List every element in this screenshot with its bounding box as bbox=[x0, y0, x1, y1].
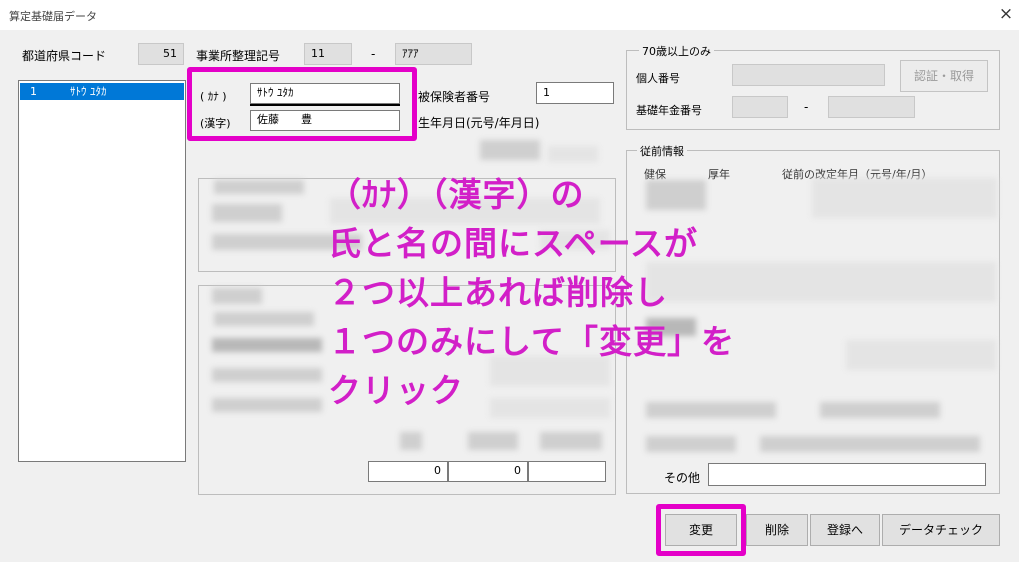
total-input-3[interactable] bbox=[528, 461, 606, 482]
blurred-field bbox=[212, 368, 322, 382]
blurred-field bbox=[212, 288, 262, 304]
instruction-line: １つのみにして「変更」を bbox=[328, 322, 736, 361]
instruction-line: ２つ以上あれば削除し bbox=[328, 273, 668, 312]
register-button[interactable]: 登録へ bbox=[810, 514, 880, 546]
name-fields-highlight bbox=[187, 67, 417, 141]
blurred-birth-date bbox=[480, 140, 540, 160]
list-item-name: ｻﾄｳ ﾕﾀｶ bbox=[70, 85, 107, 98]
mynumber-input[interactable] bbox=[732, 64, 885, 86]
other-input[interactable] bbox=[708, 463, 986, 486]
insured-number-label: 被保険者番号 bbox=[418, 90, 491, 104]
blurred-field bbox=[812, 178, 997, 218]
insured-number-input[interactable]: 1 bbox=[536, 82, 614, 104]
office-code-separator: - bbox=[371, 47, 376, 61]
blurred-field bbox=[846, 340, 996, 370]
change-button-highlight bbox=[656, 504, 746, 556]
window-title: 算定基礎届データ bbox=[9, 10, 97, 23]
blurred-field bbox=[820, 402, 940, 418]
auth-get-button[interactable]: 認証・取得 bbox=[900, 60, 988, 92]
office-code-field-1: 11 bbox=[304, 43, 352, 65]
previous-info-label: 従前情報 bbox=[637, 143, 687, 159]
birth-date-label: 生年月日(元号/年月日) bbox=[418, 116, 540, 130]
office-code-label: 事業所整理記号 bbox=[196, 49, 281, 63]
blurred-birth-date-2 bbox=[548, 146, 598, 162]
pref-code-label: 都道府県コード bbox=[22, 49, 107, 63]
blurred-field bbox=[212, 398, 322, 412]
blurred-field bbox=[214, 180, 304, 194]
instruction-line: 氏と名の間にスペースが bbox=[328, 224, 699, 263]
data-check-button[interactable]: データチェック bbox=[882, 514, 1000, 546]
blurred-field bbox=[760, 436, 980, 452]
pension-number-input-1[interactable] bbox=[732, 96, 788, 118]
list-item[interactable]: 1 ｻﾄｳ ﾕﾀｶ bbox=[20, 83, 184, 100]
employee-list[interactable]: 1 ｻﾄｳ ﾕﾀｶ bbox=[18, 80, 186, 462]
instruction-line: （ｶﾅ）（漢字）の bbox=[328, 175, 585, 214]
blurred-field bbox=[400, 432, 422, 450]
blurred-field bbox=[212, 204, 282, 222]
blurred-field bbox=[540, 432, 602, 450]
blurred-field bbox=[468, 432, 518, 450]
pension-number-input-2[interactable] bbox=[828, 96, 915, 118]
over70-group-label: 70歳以上のみ bbox=[639, 43, 714, 59]
other-label: その他 bbox=[664, 471, 701, 485]
blurred-field bbox=[214, 312, 314, 326]
title-bar bbox=[0, 0, 1019, 30]
total-input-2[interactable]: 0 bbox=[448, 461, 528, 482]
instruction-overlay: （ｶﾅ）（漢字）の 氏と名の間にスペースが ２つ以上あれば削除し １つのみにして… bbox=[328, 170, 735, 415]
total-input-1[interactable]: 0 bbox=[368, 461, 448, 482]
pension-number-label: 基礎年金番号 bbox=[636, 104, 702, 117]
list-item-number: 1 bbox=[30, 85, 37, 98]
close-icon[interactable]: × bbox=[996, 3, 1016, 25]
blurred-field bbox=[212, 338, 322, 352]
mynumber-label: 個人番号 bbox=[636, 72, 680, 85]
pref-code-field: 51 bbox=[138, 43, 184, 65]
office-code-field-2: ｱｱｱ bbox=[395, 43, 472, 65]
delete-button[interactable]: 削除 bbox=[746, 514, 808, 546]
instruction-line: クリック bbox=[328, 371, 464, 410]
blurred-field bbox=[646, 436, 736, 452]
pension-number-separator: - bbox=[804, 100, 809, 114]
